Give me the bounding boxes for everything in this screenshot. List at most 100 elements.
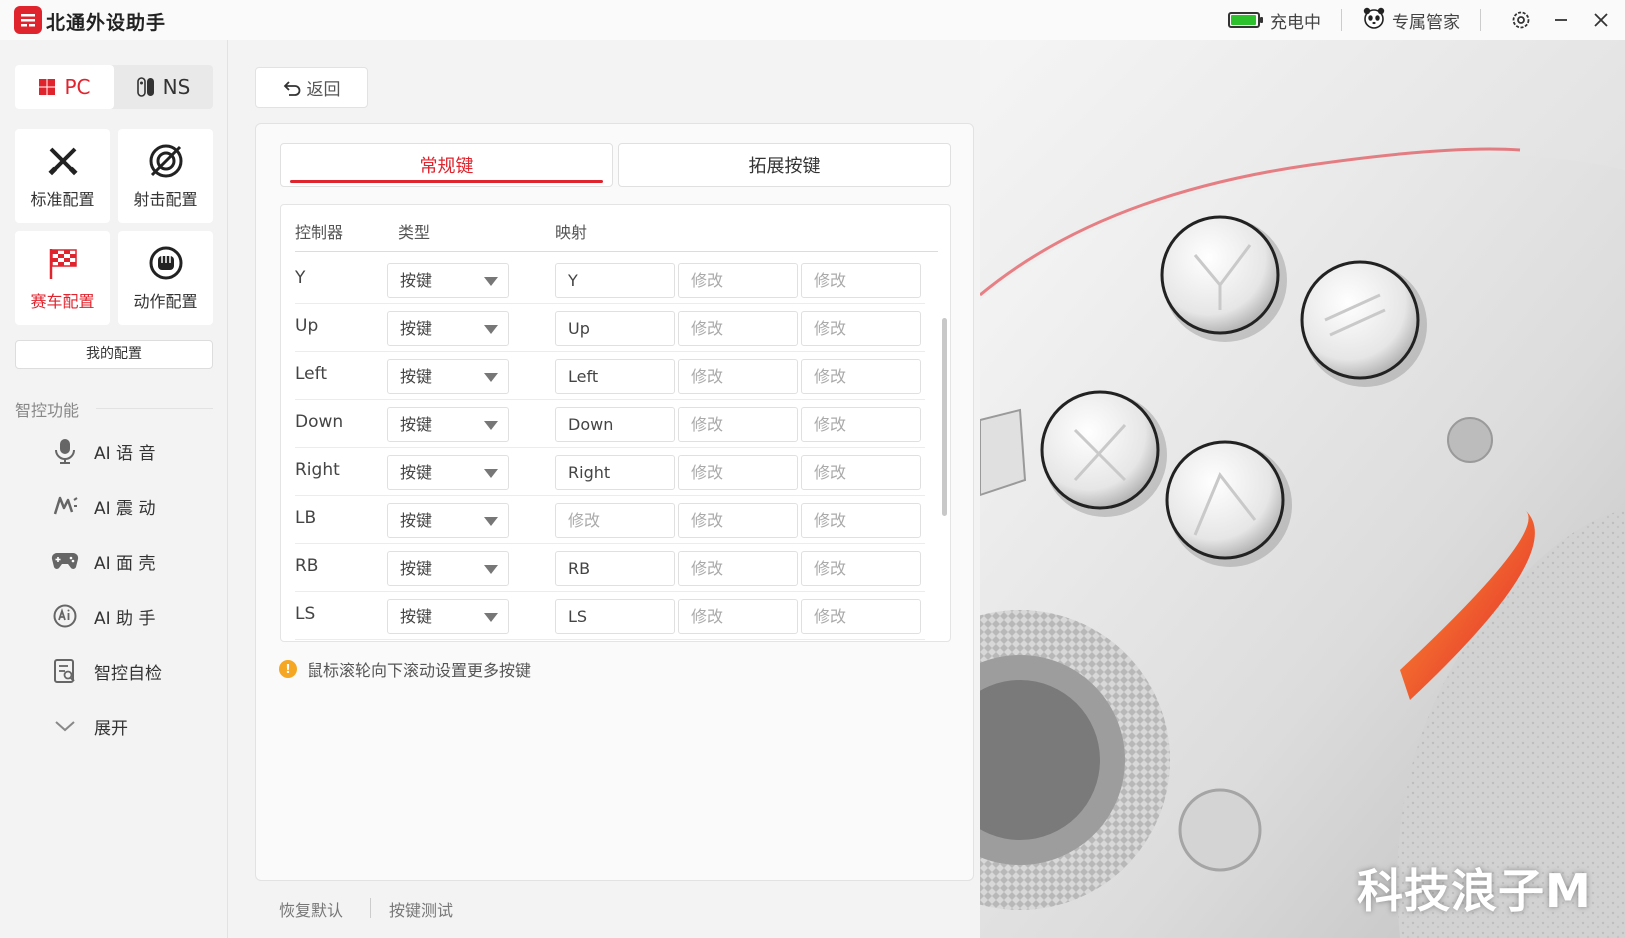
table-row: LS 按键 LS 修改 修改 bbox=[281, 591, 936, 640]
standard-config-card[interactable]: 标准配置 bbox=[15, 129, 110, 223]
back-button[interactable]: 返回 bbox=[255, 67, 368, 108]
mapping-slot-1[interactable]: Right bbox=[555, 455, 675, 490]
charging-status: 充电中 bbox=[1270, 12, 1321, 33]
type-select[interactable]: 按键 bbox=[387, 551, 509, 586]
ai-shell-item[interactable]: AI 面 壳 bbox=[50, 546, 155, 576]
type-select[interactable]: 按键 bbox=[387, 599, 509, 634]
gamepad-icon bbox=[50, 546, 80, 576]
checkered-flag-icon bbox=[44, 244, 82, 282]
table-row: LB 按键 修改 修改 修改 bbox=[281, 495, 936, 544]
back-label: 返回 bbox=[306, 80, 341, 100]
minimize-icon bbox=[1555, 19, 1567, 21]
type-select-value: 按键 bbox=[400, 271, 433, 290]
tab-extended-keys[interactable]: 拓展按键 bbox=[618, 143, 951, 187]
self-check-item[interactable]: 智控自检 bbox=[50, 656, 162, 686]
mapping-slot-1[interactable]: Y bbox=[555, 263, 675, 298]
platform-switch: PC NS bbox=[15, 65, 213, 109]
type-select[interactable]: 按键 bbox=[387, 359, 509, 394]
type-select-value: 按键 bbox=[400, 607, 433, 626]
mapping-slot-2[interactable]: 修改 bbox=[678, 311, 798, 346]
close-button[interactable] bbox=[1581, 0, 1621, 40]
action-config-card[interactable]: 动作配置 bbox=[118, 231, 213, 325]
mapping-slot-1[interactable]: LS bbox=[555, 599, 675, 634]
racing-config-card[interactable]: 赛车配置 bbox=[15, 231, 110, 325]
mapping-slot-2[interactable]: 修改 bbox=[678, 551, 798, 586]
type-select-value: 按键 bbox=[400, 319, 433, 338]
ai-voice-item[interactable]: AI 语 音 bbox=[50, 436, 155, 466]
hint-text: 鼠标滚轮向下滚动设置更多按键 bbox=[307, 661, 532, 680]
table-row: Left 按键 Left 修改 修改 bbox=[281, 351, 936, 400]
switch-icon bbox=[136, 77, 154, 97]
mapping-slot-3[interactable]: 修改 bbox=[801, 599, 921, 634]
ai-assistant-icon bbox=[50, 601, 80, 631]
mapping-slot-1[interactable]: Left bbox=[555, 359, 675, 394]
windows-icon bbox=[39, 79, 56, 95]
tab-bar: 常规键 拓展按键 bbox=[280, 143, 951, 187]
header-divider bbox=[295, 251, 938, 252]
type-select-value: 按键 bbox=[400, 511, 433, 530]
mapping-slot-3[interactable]: 修改 bbox=[801, 311, 921, 346]
key-test-button[interactable]: 按键测试 bbox=[389, 897, 453, 921]
type-select[interactable]: 按键 bbox=[387, 263, 509, 298]
mapping-slot-3[interactable]: 修改 bbox=[801, 551, 921, 586]
type-select[interactable]: 按键 bbox=[387, 455, 509, 490]
platform-label: PC bbox=[64, 75, 91, 99]
microphone-icon bbox=[50, 436, 80, 466]
mapping-slot-3[interactable]: 修改 bbox=[801, 263, 921, 298]
shooting-config-card[interactable]: 射击配置 bbox=[118, 129, 213, 223]
type-select-value: 按键 bbox=[400, 415, 433, 434]
dropdown-arrow-icon bbox=[484, 469, 498, 478]
mapping-slot-2[interactable]: 修改 bbox=[678, 359, 798, 394]
mapping-slot-1[interactable]: 修改 bbox=[555, 503, 675, 538]
mapping-slot-1[interactable]: RB bbox=[555, 551, 675, 586]
watermark-text: 科技浪子M bbox=[1357, 864, 1592, 918]
mapping-slot-2[interactable]: 修改 bbox=[678, 503, 798, 538]
mapping-slot-3[interactable]: 修改 bbox=[801, 503, 921, 538]
mapping-slot-3[interactable]: 修改 bbox=[801, 407, 921, 442]
platform-pc-button[interactable]: PC bbox=[15, 65, 114, 109]
dropdown-arrow-icon bbox=[484, 565, 498, 574]
menu-item-label: AI 面 壳 bbox=[94, 553, 156, 574]
type-select[interactable]: 按键 bbox=[387, 503, 509, 538]
ai-assistant-item[interactable]: AI 助 手 bbox=[50, 601, 155, 631]
mapping-slot-2[interactable]: 修改 bbox=[678, 599, 798, 634]
battery-icon bbox=[1228, 12, 1263, 28]
mapping-slot-3[interactable]: 修改 bbox=[801, 359, 921, 394]
mapping-slot-2[interactable]: 修改 bbox=[678, 263, 798, 298]
expand-item[interactable]: 展开 bbox=[50, 711, 128, 741]
restore-default-button[interactable]: 恢复默认 bbox=[279, 897, 343, 921]
table-row: Right 按键 Right 修改 修改 bbox=[281, 447, 936, 496]
settings-button[interactable] bbox=[1501, 0, 1541, 40]
app-logo-icon bbox=[14, 6, 42, 34]
divider bbox=[96, 408, 213, 409]
mapping-slot-3[interactable]: 修改 bbox=[801, 455, 921, 490]
butler-label: 专属管家 bbox=[1392, 12, 1460, 33]
table-row: Down 按键 Down 修改 修改 bbox=[281, 399, 936, 448]
divider bbox=[370, 898, 371, 918]
mapping-panel: 常规键 拓展按键 控制器 类型 映射 Y 按键 Y 修改 修改 Up 按键 Up 修改 修改 Lef… bbox=[255, 123, 974, 881]
controller-key-label: RB bbox=[295, 556, 319, 576]
gear-icon bbox=[1512, 11, 1530, 29]
table-row: RB 按键 RB 修改 修改 bbox=[281, 543, 936, 592]
config-label: 动作配置 bbox=[133, 292, 198, 311]
platform-ns-button[interactable]: NS bbox=[114, 65, 213, 109]
scroll-hint: ! 鼠标滚轮向下滚动设置更多按键 bbox=[279, 657, 531, 681]
ai-vibration-item[interactable]: AI 震 动 bbox=[50, 491, 155, 521]
divider bbox=[1341, 9, 1342, 31]
controller-key-label: LB bbox=[295, 508, 317, 528]
my-config-button[interactable]: 我的配置 bbox=[15, 340, 213, 369]
table-row: Up 按键 Up 修改 修改 bbox=[281, 303, 936, 352]
table-scrollbar[interactable] bbox=[942, 318, 947, 516]
title-bar: 北通外设助手 充电中 专属管家 bbox=[0, 0, 1625, 40]
mapping-slot-2[interactable]: 修改 bbox=[678, 407, 798, 442]
minimize-button[interactable] bbox=[1541, 0, 1581, 40]
table-row: Y 按键 Y 修改 修改 bbox=[281, 255, 936, 304]
mapping-slot-2[interactable]: 修改 bbox=[678, 455, 798, 490]
tab-regular-keys[interactable]: 常规键 bbox=[280, 143, 613, 187]
mapping-slot-1[interactable]: Down bbox=[555, 407, 675, 442]
dropdown-arrow-icon bbox=[484, 277, 498, 286]
type-select[interactable]: 按键 bbox=[387, 407, 509, 442]
butler-button[interactable]: 专属管家 bbox=[1362, 6, 1460, 34]
mapping-slot-1[interactable]: Up bbox=[555, 311, 675, 346]
type-select[interactable]: 按键 bbox=[387, 311, 509, 346]
